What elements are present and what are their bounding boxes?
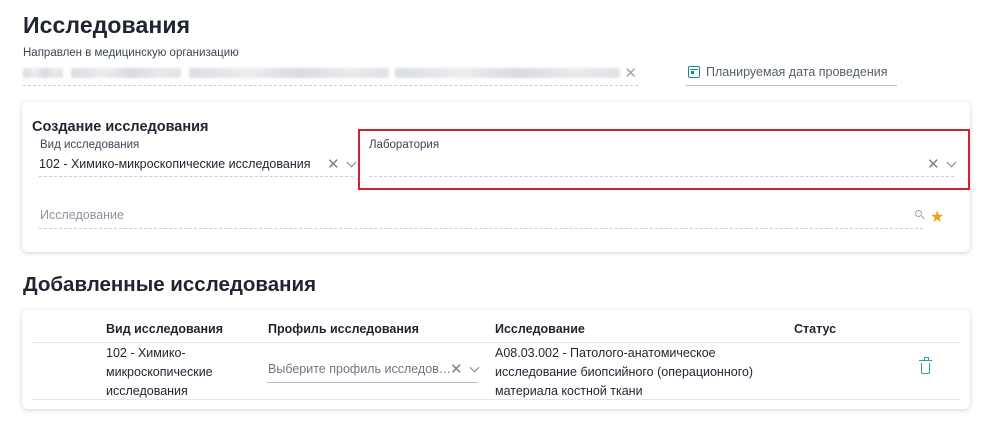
added-studies-table: Вид исследования Профиль исследования Ис… — [22, 310, 970, 409]
profile-select-underline — [267, 382, 478, 383]
study-search-placeholder[interactable]: Исследование — [40, 208, 124, 222]
study-type-underline — [39, 176, 353, 177]
column-header-study-type: Вид исследования — [106, 322, 224, 336]
close-icon[interactable]: ✕ — [624, 64, 637, 82]
study-type-controls[interactable]: ✕ — [327, 155, 357, 173]
added-studies-title: Добавленные исследования — [23, 273, 317, 296]
table-row-study: A08.03.002 - Патолого-анатомическое иссл… — [495, 346, 754, 398]
planned-date-field[interactable]: Планируемая дата проведения — [686, 58, 897, 86]
column-header-study: Исследование — [495, 322, 585, 336]
star-icon[interactable]: ★ — [930, 210, 944, 226]
table-row-divider — [32, 399, 960, 400]
create-study-title: Создание исследования — [32, 119, 209, 135]
close-icon[interactable]: ✕ — [450, 360, 463, 378]
column-header-profile: Профиль исследования — [268, 322, 419, 336]
table-header-divider — [32, 342, 960, 343]
search-icon[interactable] — [915, 210, 922, 217]
chevron-down-icon[interactable] — [346, 157, 357, 167]
profile-select-placeholder[interactable]: Выберите профиль исследования — [268, 362, 453, 376]
close-icon[interactable]: ✕ — [927, 155, 940, 173]
trash-icon[interactable] — [919, 357, 932, 374]
chevron-down-icon[interactable] — [469, 362, 480, 372]
table-row-study-type: 102 - Химико- микроскопические исследова… — [106, 346, 213, 398]
laboratory-controls[interactable]: ✕ — [927, 155, 957, 173]
study-type-label: Вид исследования — [40, 139, 140, 151]
study-search-underline — [39, 228, 923, 229]
planned-date-placeholder: Планируемая дата проведения — [706, 64, 888, 79]
page-title: Исследования — [23, 12, 191, 38]
create-study-card: Создание исследования Вид исследования 1… — [22, 102, 970, 252]
close-icon[interactable]: ✕ — [327, 155, 340, 173]
referred-org-field[interactable]: ✕ — [23, 58, 638, 86]
study-type-value[interactable]: 102 - Химико-микроскопические исследован… — [39, 157, 311, 171]
laboratory-label: Лаборатория — [369, 139, 440, 151]
laboratory-highlight-box — [358, 129, 970, 190]
column-header-status: Статус — [794, 322, 837, 336]
laboratory-underline — [369, 176, 954, 177]
calendar-icon — [688, 65, 700, 78]
profile-select-controls[interactable]: ✕ — [450, 360, 480, 378]
chevron-down-icon[interactable] — [946, 157, 957, 167]
